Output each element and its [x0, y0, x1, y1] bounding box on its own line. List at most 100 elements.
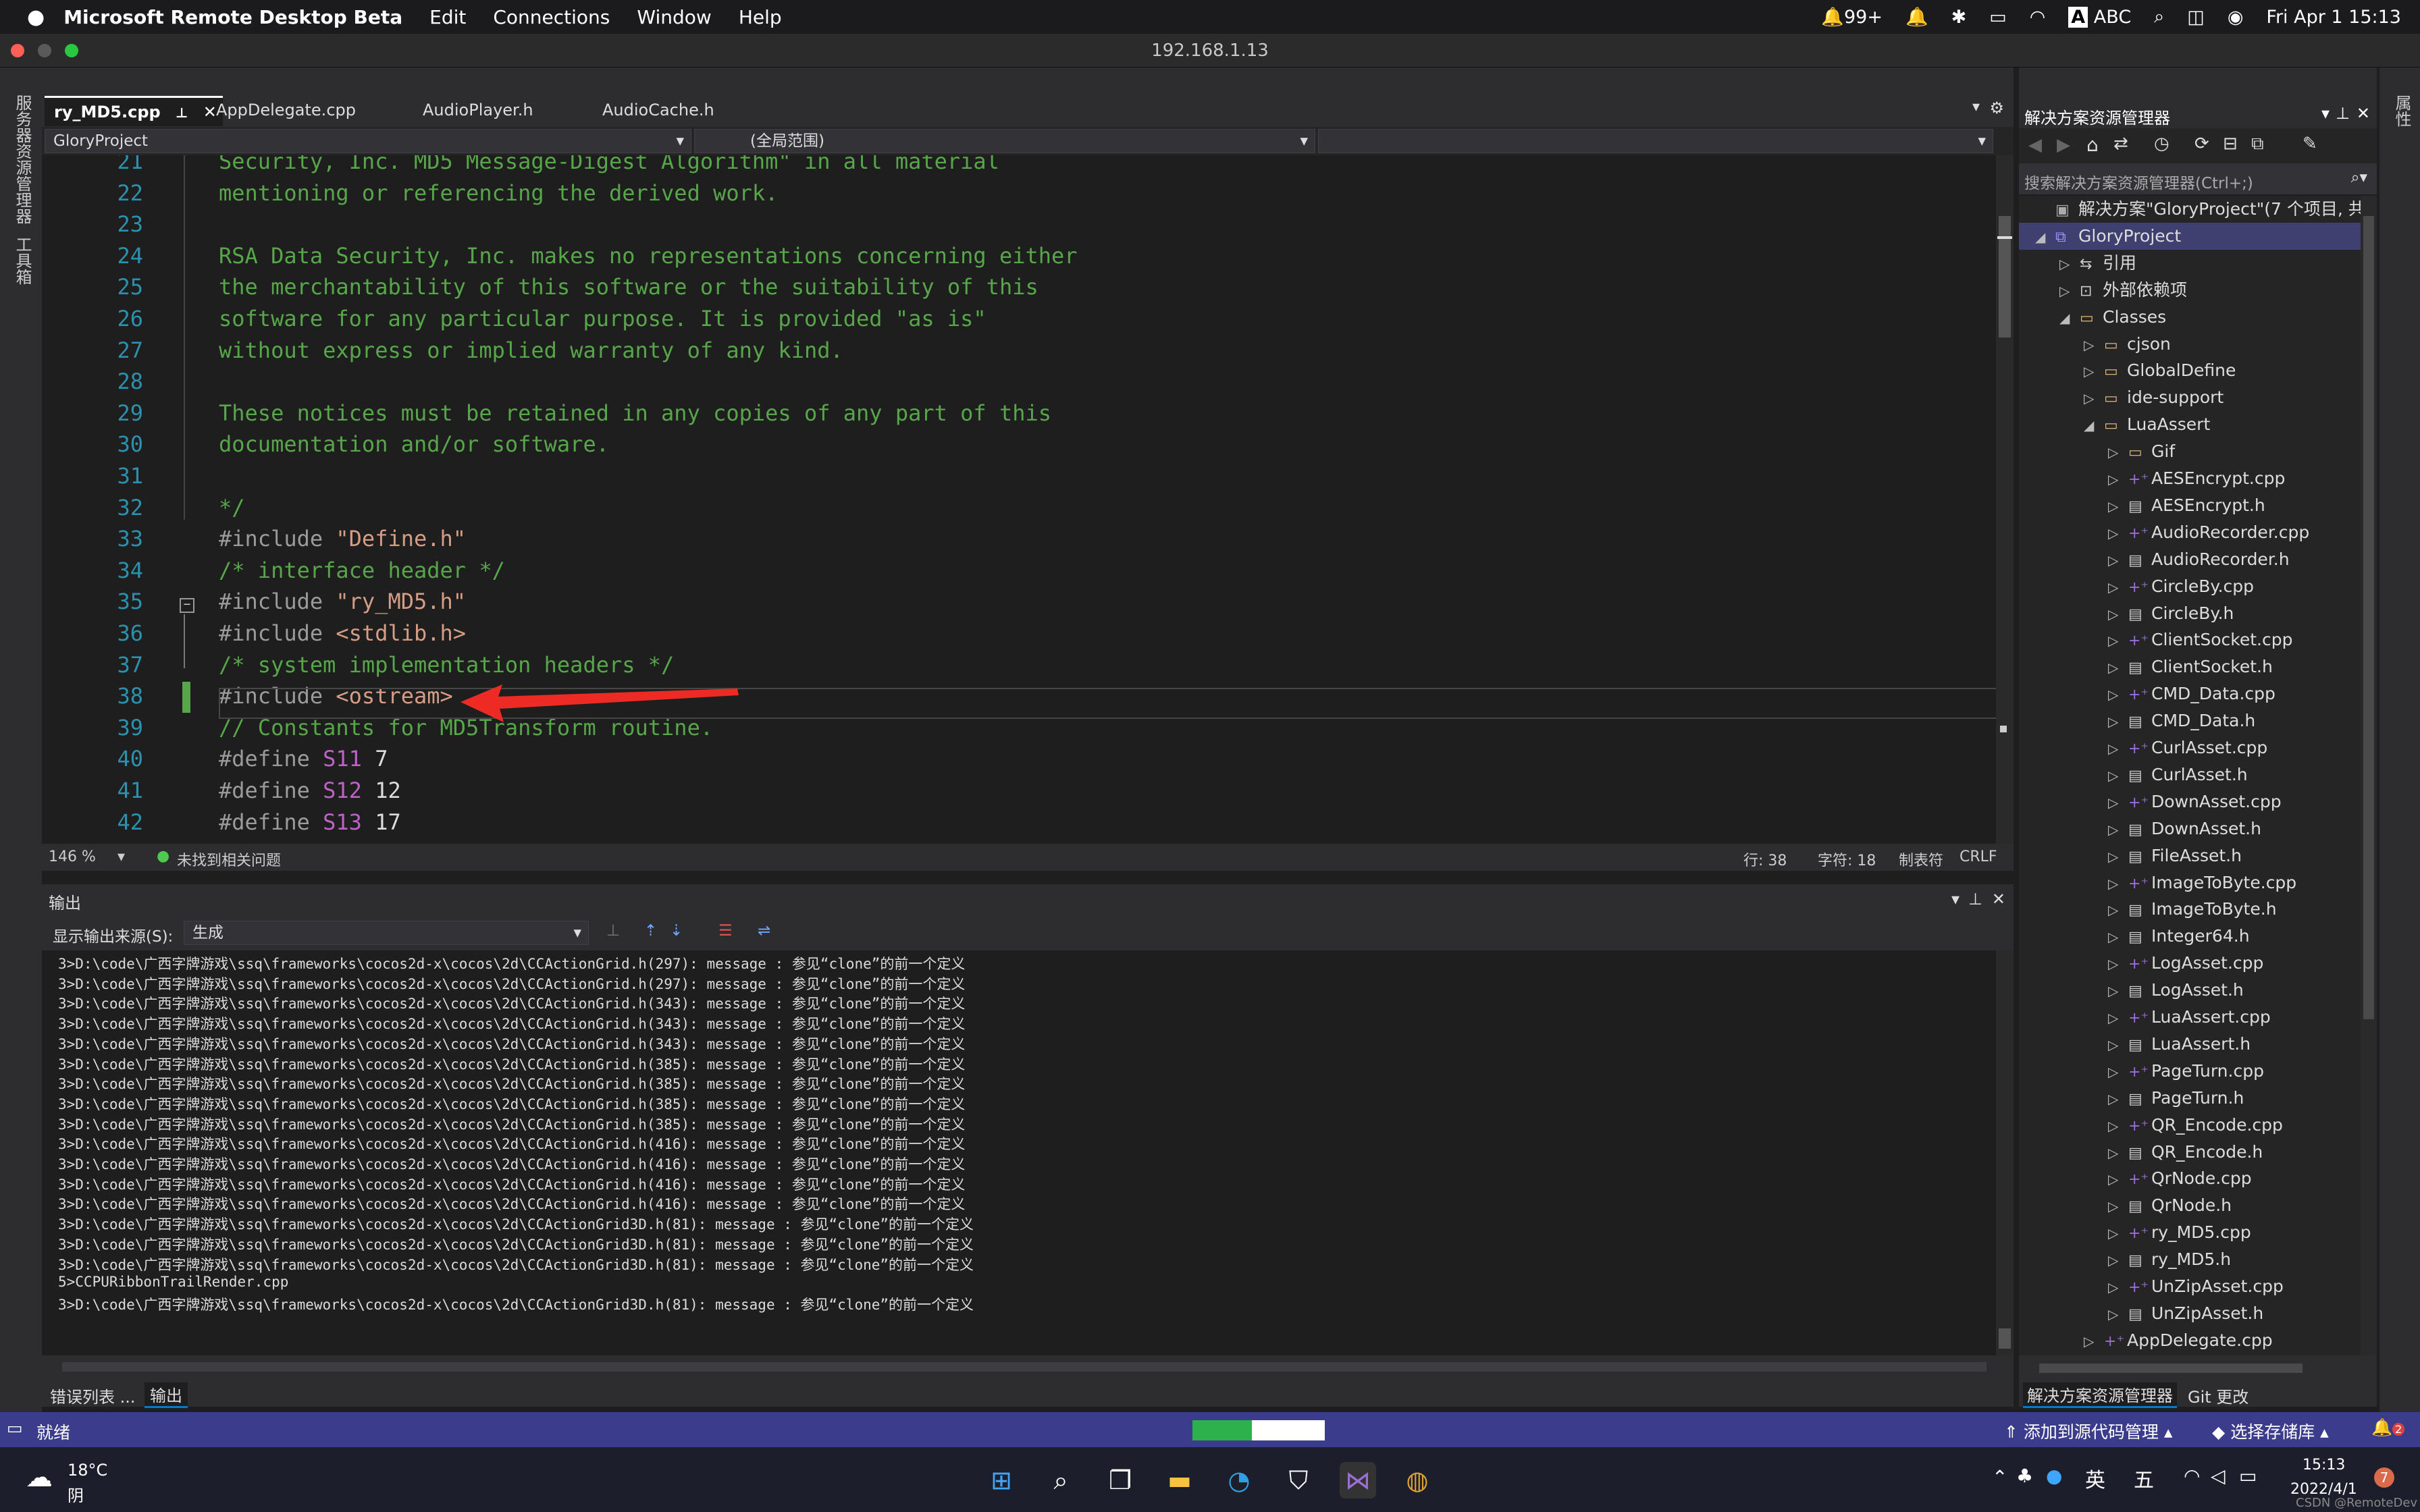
tree-item[interactable]: ▷ ▤ Integer64.h	[2019, 923, 2250, 950]
expanded-chevron-icon[interactable]: ◢	[2035, 223, 2055, 250]
next-message-icon[interactable]: ⇣	[670, 922, 683, 940]
collapsed-chevron-icon[interactable]: ▷	[2108, 520, 2128, 547]
scrollbar-track[interactable]	[62, 1362, 1987, 1372]
bell-icon[interactable]: 🔔	[1905, 6, 1928, 28]
search-icon[interactable]: ⌕▾	[2351, 169, 2367, 186]
menu-connections[interactable]: Connections	[493, 6, 610, 28]
file-explorer-icon[interactable]: ▬	[1161, 1462, 1198, 1498]
ime-mode[interactable]: 五	[2134, 1463, 2154, 1493]
close-panel-icon[interactable]: ✕	[1992, 890, 2005, 909]
settings-gear-icon[interactable]: ⚙	[1989, 99, 2004, 117]
collapsed-chevron-icon[interactable]: ▷	[2059, 277, 2080, 304]
menu-help[interactable]: Help	[739, 6, 782, 28]
tree-item[interactable]: ▷ ▤ AESEncrypt.h	[2019, 492, 2265, 519]
collapsed-chevron-icon[interactable]: ▷	[2108, 1058, 2128, 1085]
volume-icon[interactable]: ◁	[2211, 1465, 2226, 1487]
sync-icon[interactable]: ⟳	[2194, 134, 2209, 154]
collapsed-chevron-icon[interactable]: ▷	[2108, 627, 2128, 654]
forward-icon[interactable]: ▶	[2057, 135, 2070, 155]
collapsed-chevron-icon[interactable]: ▷	[2108, 681, 2128, 708]
collapsed-chevron-icon[interactable]: ▷	[2108, 762, 2128, 789]
collapsed-chevron-icon[interactable]: ▷	[2084, 385, 2104, 412]
tree-item[interactable]: ▷ +⁺ AudioRecorder.cpp	[2019, 519, 2309, 546]
tree-item[interactable]: ▷ ▤ CurlAsset.h	[2019, 761, 2248, 788]
tree-item[interactable]: ▷ +⁺ AppDelegate.cpp	[2019, 1327, 2273, 1354]
tree-item[interactable]: ▷ ▤ PageTurn.h	[2019, 1085, 2244, 1112]
control-center-icon[interactable]: ◫	[2187, 7, 2205, 28]
battery-icon[interactable]: ▭	[1989, 7, 2007, 28]
chrome-icon[interactable]: ◍	[1399, 1462, 1436, 1498]
close-panel-icon[interactable]: ✕	[2357, 104, 2370, 123]
collapsed-chevron-icon[interactable]: ▷	[2108, 870, 2128, 897]
tree-item[interactable]: ◢ ▭ LuaAssert	[2019, 411, 2210, 438]
tree-item[interactable]: ▷ +⁺ ClientSocket.cpp	[2019, 626, 2293, 653]
tree-item[interactable]: ▷ ▭ ide-support	[2019, 384, 2224, 411]
show-all-files-icon[interactable]: ⧉	[2251, 134, 2264, 155]
tree-item[interactable]: ▷ ▤ QR_Encode.h	[2019, 1139, 2263, 1166]
tree-item[interactable]: ▣ 解决方案"GloryProject"(7 个项目, 共 7	[2019, 196, 2370, 223]
toolbox-tab[interactable]: 工具箱	[11, 236, 34, 285]
apple-icon[interactable]: ●	[27, 5, 45, 29]
collapsed-chevron-icon[interactable]: ▷	[2108, 1031, 2128, 1058]
properties-tab[interactable]: 属性	[2390, 94, 2414, 127]
zoom-dropdown-icon[interactable]: ▾	[117, 848, 125, 865]
scrollbar-thumb[interactable]	[2363, 216, 2374, 1019]
pin-icon[interactable]: ⊥	[2336, 104, 2350, 123]
tree-item[interactable]: ▷ +⁺ ry_MD5.cpp	[2019, 1219, 2251, 1246]
tree-vertical-scrollbar[interactable]	[2361, 196, 2377, 1357]
solution-tree[interactable]: ▣ 解决方案"GloryProject"(7 个项目, 共 7 ◢ ⧉ GloryPro…	[2019, 196, 2370, 1357]
collapsed-chevron-icon[interactable]: ▷	[2108, 708, 2128, 735]
tree-item[interactable]: ▷ ⇆ 引用	[2019, 250, 2136, 277]
collapsed-chevron-icon[interactable]: ▷	[2108, 1139, 2128, 1166]
tree-item[interactable]: ▷ ⊡ 外部依赖项	[2019, 277, 2187, 304]
collapsed-chevron-icon[interactable]: ▷	[2108, 466, 2128, 493]
collapsed-chevron-icon[interactable]: ▷	[2108, 735, 2128, 762]
collapse-all-icon[interactable]: ⊟	[2223, 134, 2238, 154]
collapsed-chevron-icon[interactable]: ▷	[2108, 1112, 2128, 1139]
ime-lang[interactable]: 英	[2085, 1463, 2105, 1493]
collapsed-chevron-icon[interactable]: ▷	[2108, 1004, 2128, 1031]
collapsed-chevron-icon[interactable]: ▷	[2108, 574, 2128, 601]
back-icon[interactable]: ◀	[2028, 135, 2042, 155]
visual-studio-icon[interactable]: ⋈	[1340, 1462, 1376, 1498]
collapsed-chevron-icon[interactable]: ▷	[2108, 1301, 2128, 1328]
weather-cloud-icon[interactable]: ☁	[26, 1462, 53, 1493]
menu-window[interactable]: Window	[637, 6, 711, 28]
collapsed-chevron-icon[interactable]: ▷	[2108, 654, 2128, 681]
tree-item[interactable]: ▷ +⁺ UnZipAsset.cpp	[2019, 1273, 2284, 1300]
notification-bell-icon[interactable]: 🔔99+	[1821, 6, 1883, 28]
scrollbar-thumb[interactable]	[1999, 216, 2011, 338]
cursor-char[interactable]: 字符: 18	[1818, 848, 1876, 870]
collapsed-chevron-icon[interactable]: ▷	[2084, 358, 2104, 385]
collapsed-chevron-icon[interactable]: ▷	[2108, 601, 2128, 628]
find-message-icon[interactable]: ⊥	[606, 922, 620, 940]
home-icon[interactable]: ⌂	[2086, 134, 2099, 156]
wifi-icon[interactable]: ◠	[2030, 7, 2046, 28]
prev-message-icon[interactable]: ⇡	[644, 922, 657, 940]
tree-item[interactable]: ◢ ⧉ GloryProject	[2019, 222, 2370, 250]
expanded-chevron-icon[interactable]: ◢	[2059, 304, 2080, 331]
tree-item[interactable]: ▷ ▤ AudioRecorder.h	[2019, 546, 2290, 573]
tab-solution-explorer[interactable]: 解决方案资源管理器	[2023, 1382, 2177, 1408]
notification-badge[interactable]: 7	[2374, 1467, 2394, 1488]
tree-item[interactable]: ▷ +⁺ CMD_Data.cpp	[2019, 680, 2276, 707]
tree-item[interactable]: ▷ ▤ UnZipAsset.h	[2019, 1300, 2263, 1327]
project-combo[interactable]: GloryProject ▾	[45, 129, 691, 153]
edge-browser-icon[interactable]: ◔	[1221, 1462, 1257, 1498]
battery-icon[interactable]: ▭	[2239, 1465, 2257, 1487]
tab-audiocache-h[interactable]: AudioCache.h	[593, 96, 778, 124]
microsoft-store-icon[interactable]: ⛉	[1280, 1462, 1317, 1498]
indent-mode[interactable]: 制表符	[1899, 848, 1943, 870]
collapsed-chevron-icon[interactable]: ▷	[2084, 1328, 2104, 1355]
start-windows-icon[interactable]: ⊞	[983, 1462, 1020, 1498]
menu-edit[interactable]: Edit	[429, 6, 466, 28]
tree-item[interactable]: ▷ ▤ LogAsset.h	[2019, 977, 2244, 1004]
input-method-label[interactable]: A ABC	[2068, 6, 2131, 28]
tree-item[interactable]: ▷ ▭ GlobalDefine	[2019, 357, 2236, 384]
notifications-bell-icon[interactable]: 🔔 2	[2371, 1418, 2405, 1438]
tree-item[interactable]: ▷ ▤ ry_MD5.h	[2019, 1246, 2231, 1273]
collapsed-chevron-icon[interactable]: ▷	[2108, 439, 2128, 466]
collapsed-chevron-icon[interactable]: ▷	[2108, 789, 2128, 816]
tab-error-list[interactable]: 错误列表 ...	[50, 1384, 136, 1407]
weather-temp[interactable]: 18°C	[68, 1461, 107, 1480]
